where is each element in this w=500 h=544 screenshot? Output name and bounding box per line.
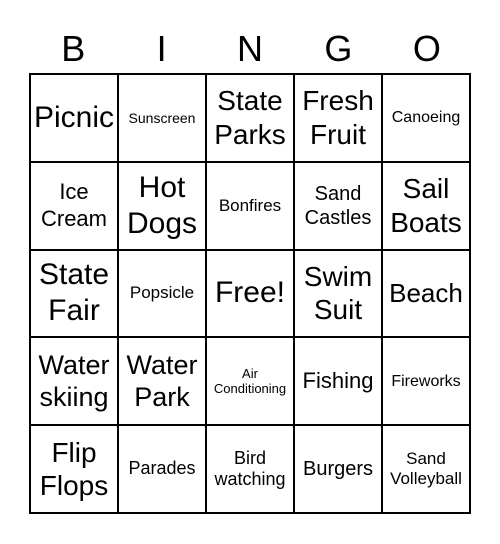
bingo-cell[interactable]: Parades: [118, 425, 206, 513]
bingo-cell[interactable]: Swim Suit: [294, 249, 382, 338]
bingo-cell-label: Bonfires: [218, 195, 282, 215]
header-letter-b: B: [61, 28, 86, 69]
bingo-cell-label: Fishing: [302, 368, 374, 394]
bingo-cell[interactable]: Fireworks: [382, 337, 470, 426]
bingo-cell[interactable]: Sand Castles: [294, 161, 382, 250]
bingo-cell-label: Picnic: [33, 100, 115, 134]
bingo-cell[interactable]: Hot Dogs: [118, 161, 206, 250]
bingo-cell-label: Hot Dogs: [126, 170, 198, 240]
bingo-cell-label: Beach: [389, 277, 463, 308]
bingo-cell[interactable]: Beach: [382, 249, 470, 338]
bingo-cell[interactable]: Water skiing: [30, 337, 118, 426]
bingo-cell-label: Burgers: [302, 458, 374, 481]
bingo-cell[interactable]: Sand Volleyball: [382, 425, 470, 513]
bingo-cell-label: State Parks: [214, 85, 286, 150]
bingo-cell[interactable]: State Fair: [30, 249, 118, 338]
bingo-cell[interactable]: Fishing: [294, 337, 382, 426]
bingo-cell-label: Air Conditioning: [213, 365, 287, 397]
bingo-cell[interactable]: Air Conditioning: [206, 337, 294, 426]
bingo-cell[interactable]: Popsicle: [118, 249, 206, 338]
bingo-cell[interactable]: Burgers: [294, 425, 382, 513]
bingo-cell[interactable]: Fresh Fruit: [294, 74, 382, 162]
bingo-cell-label: Popsicle: [129, 283, 195, 303]
bingo-header: B I N G O: [29, 26, 471, 72]
bingo-cell[interactable]: Sunscreen: [118, 74, 206, 162]
header-letter-i: I: [156, 28, 167, 69]
bingo-cell-label: Swim Suit: [303, 260, 373, 326]
header-letter-o: O: [412, 28, 441, 69]
bingo-cell-label: Sail Boats: [390, 173, 462, 238]
header-letter-g: G: [324, 28, 353, 69]
bingo-cell-label: Sunscreen: [128, 109, 196, 126]
bingo-cell-label: Sand Volleyball: [390, 448, 462, 489]
bingo-cell-label: Canoeing: [391, 109, 461, 127]
bingo-cell-label: Free!: [214, 276, 286, 310]
bingo-cell-label: Sand Castles: [304, 182, 372, 229]
bingo-grid: Picnic Sunscreen State Parks Fresh Fruit Can…: [29, 73, 471, 514]
bingo-cell-label: Fresh Fruit: [302, 85, 374, 150]
bingo-cell-label: Water Park: [126, 349, 198, 413]
bingo-cell-label: Flip Flops: [39, 436, 109, 502]
bingo-cell-label: Fireworks: [391, 372, 461, 390]
header-letter-n: N: [237, 28, 264, 69]
bingo-cell-label: Bird watching: [214, 447, 286, 490]
bingo-cell[interactable]: Sail Boats: [382, 161, 470, 250]
bingo-cell[interactable]: State Parks: [206, 74, 294, 162]
bingo-cell-label: Water skiing: [38, 349, 110, 413]
bingo-cell[interactable]: Flip Flops: [30, 425, 118, 513]
bingo-cell[interactable]: Bird watching: [206, 425, 294, 513]
bingo-cell[interactable]: Bonfires: [206, 161, 294, 250]
bingo-cell-label: State Fair: [38, 258, 110, 328]
bingo-cell[interactable]: Picnic: [30, 74, 118, 162]
bingo-cell[interactable]: Water Park: [118, 337, 206, 426]
bingo-cell[interactable]: Free!: [206, 249, 294, 338]
bingo-cell-label: Ice Cream: [40, 179, 107, 231]
bingo-cell-label: Parades: [128, 458, 196, 479]
bingo-cell[interactable]: Canoeing: [382, 74, 470, 162]
bingo-cell[interactable]: Ice Cream: [30, 161, 118, 250]
